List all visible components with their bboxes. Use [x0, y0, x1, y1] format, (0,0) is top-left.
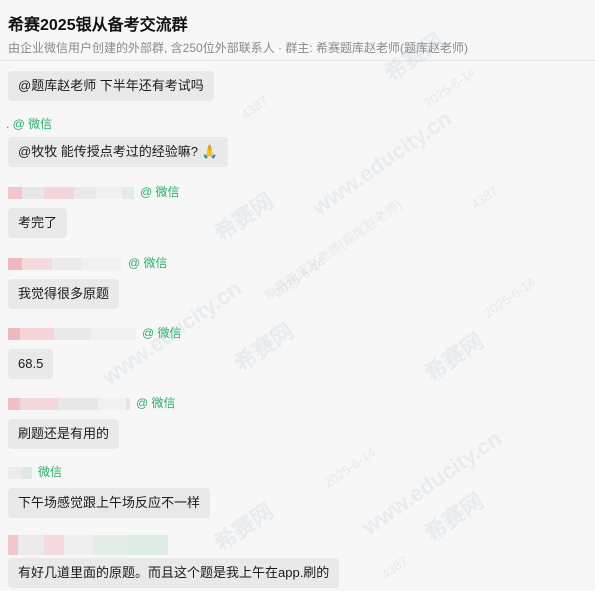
chat-header: 希赛2025银从备考交流群 由企业微信用户创建的外部群, 含250位外部联系人 …: [0, 0, 595, 61]
sender-name: 微信: [8, 465, 62, 479]
message-bubble[interactable]: 有好几道里面的原题。而且这个题是我上午在app.刷的: [8, 558, 340, 588]
message-bubble[interactable]: @牧牧 能传授点考过的经验嘛? 🙏: [8, 137, 228, 167]
message-bubble[interactable]: 下午场感觉跟上午场反应不一样: [8, 488, 211, 518]
message-bubble[interactable]: 考完了: [8, 208, 68, 238]
message-bubble[interactable]: 我觉得很多原题: [8, 279, 120, 309]
message-bubble[interactable]: 刷题还是有用的: [8, 419, 120, 449]
blurred-sender-avatar-name: [8, 257, 122, 270]
sender-name: . @ 微信: [6, 117, 53, 131]
blurred-sender-avatar-name: [8, 186, 134, 199]
sender-source: @ 微信: [142, 326, 182, 340]
message-bubble[interactable]: 68.5: [8, 349, 54, 379]
sender-name: @ 微信: [8, 256, 168, 270]
sender-name: @ 微信: [8, 185, 180, 199]
blurred-sender-avatar-name: [8, 327, 136, 340]
group-title[interactable]: 希赛2025银从备考交流群: [8, 11, 188, 35]
message-bubble[interactable]: @题库赵老师 下半年还有考试吗: [8, 71, 214, 101]
sender-source: @ 微信: [128, 256, 168, 270]
sender-name: @ 微信: [8, 396, 176, 410]
sender-source: 微信: [38, 465, 63, 479]
blurred-sender-avatar-name: [8, 535, 168, 555]
blurred-sender-avatar-name: [8, 466, 32, 479]
group-subtitle: 由企业微信用户创建的外部群, 含250位外部联系人 · 群主: 希赛题库赵老师(…: [8, 41, 469, 55]
blurred-sender-avatar-name: [8, 397, 130, 410]
sender-source: @ 微信: [136, 396, 176, 410]
message-list[interactable]: @题库赵老师 下半年还有考试吗 . @ 微信 @牧牧 能传授点考过的经验嘛? 🙏…: [0, 61, 595, 591]
sender-name: @ 微信: [8, 326, 182, 340]
sender-source: @ 微信: [140, 185, 180, 199]
sender-name: [8, 535, 174, 555]
